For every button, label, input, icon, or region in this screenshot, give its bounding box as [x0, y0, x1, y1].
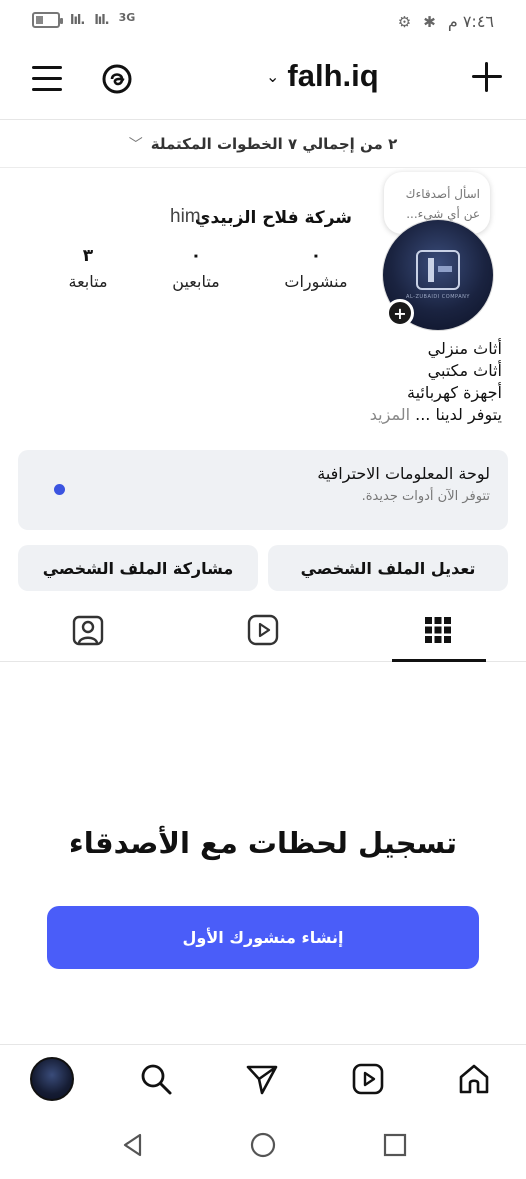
bio-line: أثاث مكتبي: [427, 361, 502, 380]
dashboard-title: لوحة المعلومات الاحترافية: [317, 464, 490, 483]
bio: أثاث منزلي أثاث مكتبي أجهزة كهربائية يتو…: [370, 338, 502, 426]
tab-tagged[interactable]: [66, 608, 110, 652]
steps-text: ٢ من إجمالي ٧ الخطوات المكتملة: [150, 134, 398, 153]
home-icon: [459, 1064, 489, 1094]
settings-gear-icon: ⚙: [397, 12, 412, 31]
dashboard-subtitle: تتوفر الآن أدوات جديدة.: [361, 489, 490, 504]
username: falh.iq: [287, 58, 379, 93]
edit-profile-button[interactable]: تعديل الملف الشخصي: [268, 545, 508, 591]
signal-icon-2: lıl.: [94, 12, 109, 28]
nav-profile[interactable]: [30, 1057, 74, 1101]
system-navigation: [0, 1112, 526, 1179]
nav-search[interactable]: [134, 1057, 178, 1101]
add-story-plus-icon[interactable]: +: [386, 299, 414, 327]
pronoun: him: [170, 206, 201, 227]
status-time: ٧:٤٦ م: [447, 12, 494, 31]
share-profile-button[interactable]: مشاركة الملف الشخصي: [18, 545, 258, 591]
tab-grid[interactable]: [416, 608, 460, 652]
active-tab-indicator: [392, 659, 486, 662]
profile-tabs: [0, 600, 526, 662]
account-switcher[interactable]: ⌄ falh.iq: [266, 58, 379, 94]
avatar: [30, 1057, 74, 1101]
tagged-person-icon: [72, 615, 104, 646]
recents-icon[interactable]: [380, 1130, 410, 1160]
nav-home[interactable]: [452, 1057, 496, 1101]
bluetooth-icon: ✱: [423, 12, 436, 31]
display-name: شركة فلاح الزبيدي: [194, 208, 352, 228]
professional-dashboard-card[interactable]: لوحة المعلومات الاحترافية تتوفر الآن أدو…: [18, 450, 508, 530]
avatar-caption: AL-ZUBAIDI COMPANY: [406, 294, 470, 300]
reels-icon: [247, 614, 279, 646]
followers-value: ٠: [190, 246, 202, 266]
nav-direct[interactable]: [240, 1057, 284, 1101]
home-circle-icon[interactable]: [248, 1130, 278, 1160]
following-value: ٣: [82, 246, 94, 266]
battery-icon: [32, 12, 63, 28]
chevron-down-icon: ⌄: [266, 66, 280, 86]
posts-label: منشورات: [284, 272, 348, 291]
reels-icon: [352, 1063, 384, 1095]
followers-count[interactable]: ٠ متابعين: [164, 246, 228, 291]
followers-label: متابعين: [172, 272, 220, 291]
profile-avatar[interactable]: AL-ZUBAIDI COMPANY +: [382, 219, 494, 331]
status-bar: lıl. lıl. 3G ⚙ ✱ ٧:٤٦ م: [0, 0, 526, 44]
bio-truncated: يتوفر لدينا ...: [415, 405, 502, 424]
tab-reels[interactable]: [241, 608, 285, 652]
nav-reels[interactable]: [346, 1057, 390, 1101]
following-count[interactable]: ٣ متابعة: [60, 246, 116, 291]
bio-more-link[interactable]: المزيد: [370, 405, 410, 424]
profile-steps-progress[interactable]: ٢ من إجمالي ٧ الخطوات المكتملة ﹀: [0, 120, 526, 168]
create-first-post-button[interactable]: إنشاء منشورك الأول: [47, 906, 479, 969]
create-plus-icon[interactable]: [470, 60, 504, 94]
posts-value: ٠: [310, 246, 322, 266]
chevron-down-icon: ﹀: [128, 136, 143, 153]
posts-count[interactable]: ٠ منشورات: [280, 246, 352, 291]
note-text: اسأل أصدقاءك عن أي شيء...: [405, 187, 480, 221]
network-type: 3G: [118, 10, 136, 24]
signal-icon: lıl.: [70, 12, 85, 28]
bio-line: أجهزة كهربائية: [406, 383, 502, 402]
bio-line: أثاث منزلي: [427, 339, 502, 358]
empty-state-title: تسجيل لحظات مع الأصدقاء: [68, 826, 458, 860]
bio-line-last: يتوفر لدينا ... المزيد: [370, 404, 502, 426]
company-logo-icon: [416, 250, 460, 290]
search-icon: [141, 1064, 172, 1095]
profile-header: ⌄ falh.iq: [0, 44, 526, 120]
menu-icon[interactable]: [32, 66, 62, 94]
notification-dot: [54, 484, 65, 495]
following-label: متابعة: [68, 272, 108, 291]
back-icon[interactable]: [118, 1130, 148, 1160]
bottom-navigation: [0, 1044, 526, 1110]
grid-icon: [425, 617, 451, 643]
threads-icon[interactable]: [100, 62, 134, 96]
send-icon: [246, 1065, 278, 1095]
